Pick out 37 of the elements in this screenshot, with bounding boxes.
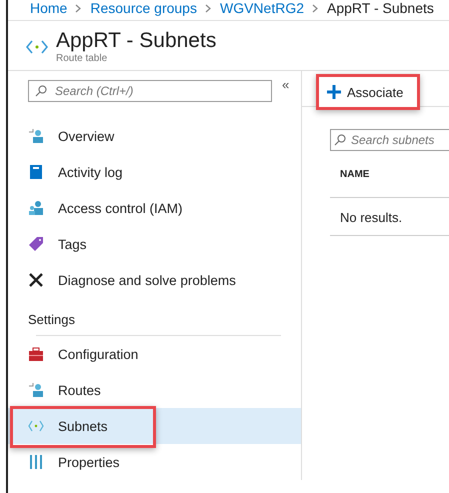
- brackets-icon: [28, 420, 44, 432]
- people-icon: [28, 200, 44, 216]
- associate-button[interactable]: Associate: [316, 74, 420, 110]
- breadcrumb-link[interactable]: AppRT - Subnets: [327, 0, 434, 16]
- book-icon: [28, 164, 44, 180]
- person-icon: [28, 128, 44, 144]
- person-icon: [28, 382, 44, 398]
- sliders-icon: [28, 454, 44, 470]
- collapse-button[interactable]: «: [282, 80, 290, 90]
- chevron-icon: [204, 4, 212, 12]
- menu-item[interactable]: Overview: [8, 118, 301, 154]
- plus-icon: [327, 85, 341, 99]
- page-subtitle: Route table: [56, 53, 108, 64]
- tag-icon: [28, 236, 44, 252]
- tools-icon: [28, 272, 44, 288]
- chevron-icon: [75, 4, 82, 12]
- menu-item[interactable]: Diagnose and solve problems: [8, 262, 301, 298]
- section-heading: Settings: [27, 311, 76, 329]
- chevron-icon: [312, 4, 319, 12]
- menu-item[interactable]: Configuration: [8, 336, 301, 372]
- menu-item[interactable]: Properties: [8, 444, 301, 480]
- search-field[interactable]: Search subnets: [330, 129, 449, 151]
- menu-item[interactable]: Routes: [8, 372, 301, 408]
- toolbox-icon: [28, 346, 44, 362]
- menu-item[interactable]: Tags: [8, 226, 301, 262]
- page-title: AppRT - Subnets: [56, 29, 216, 53]
- breadcrumb-link[interactable]: Resource groups: [90, 0, 197, 16]
- search-icon: [35, 85, 47, 97]
- breadcrumb-link[interactable]: WGVNetRG2: [220, 0, 304, 16]
- search-field[interactable]: Search (Ctrl+/): [28, 80, 272, 102]
- brackets-icon: [26, 38, 48, 54]
- empty-message: No results.: [330, 198, 449, 236]
- menu-item[interactable]: Activity log: [8, 154, 301, 190]
- search-icon: [334, 134, 346, 146]
- menu-item[interactable]: Access control (IAM): [8, 190, 301, 226]
- breadcrumb-link[interactable]: Home: [30, 0, 68, 16]
- column-header: NAME: [340, 168, 370, 180]
